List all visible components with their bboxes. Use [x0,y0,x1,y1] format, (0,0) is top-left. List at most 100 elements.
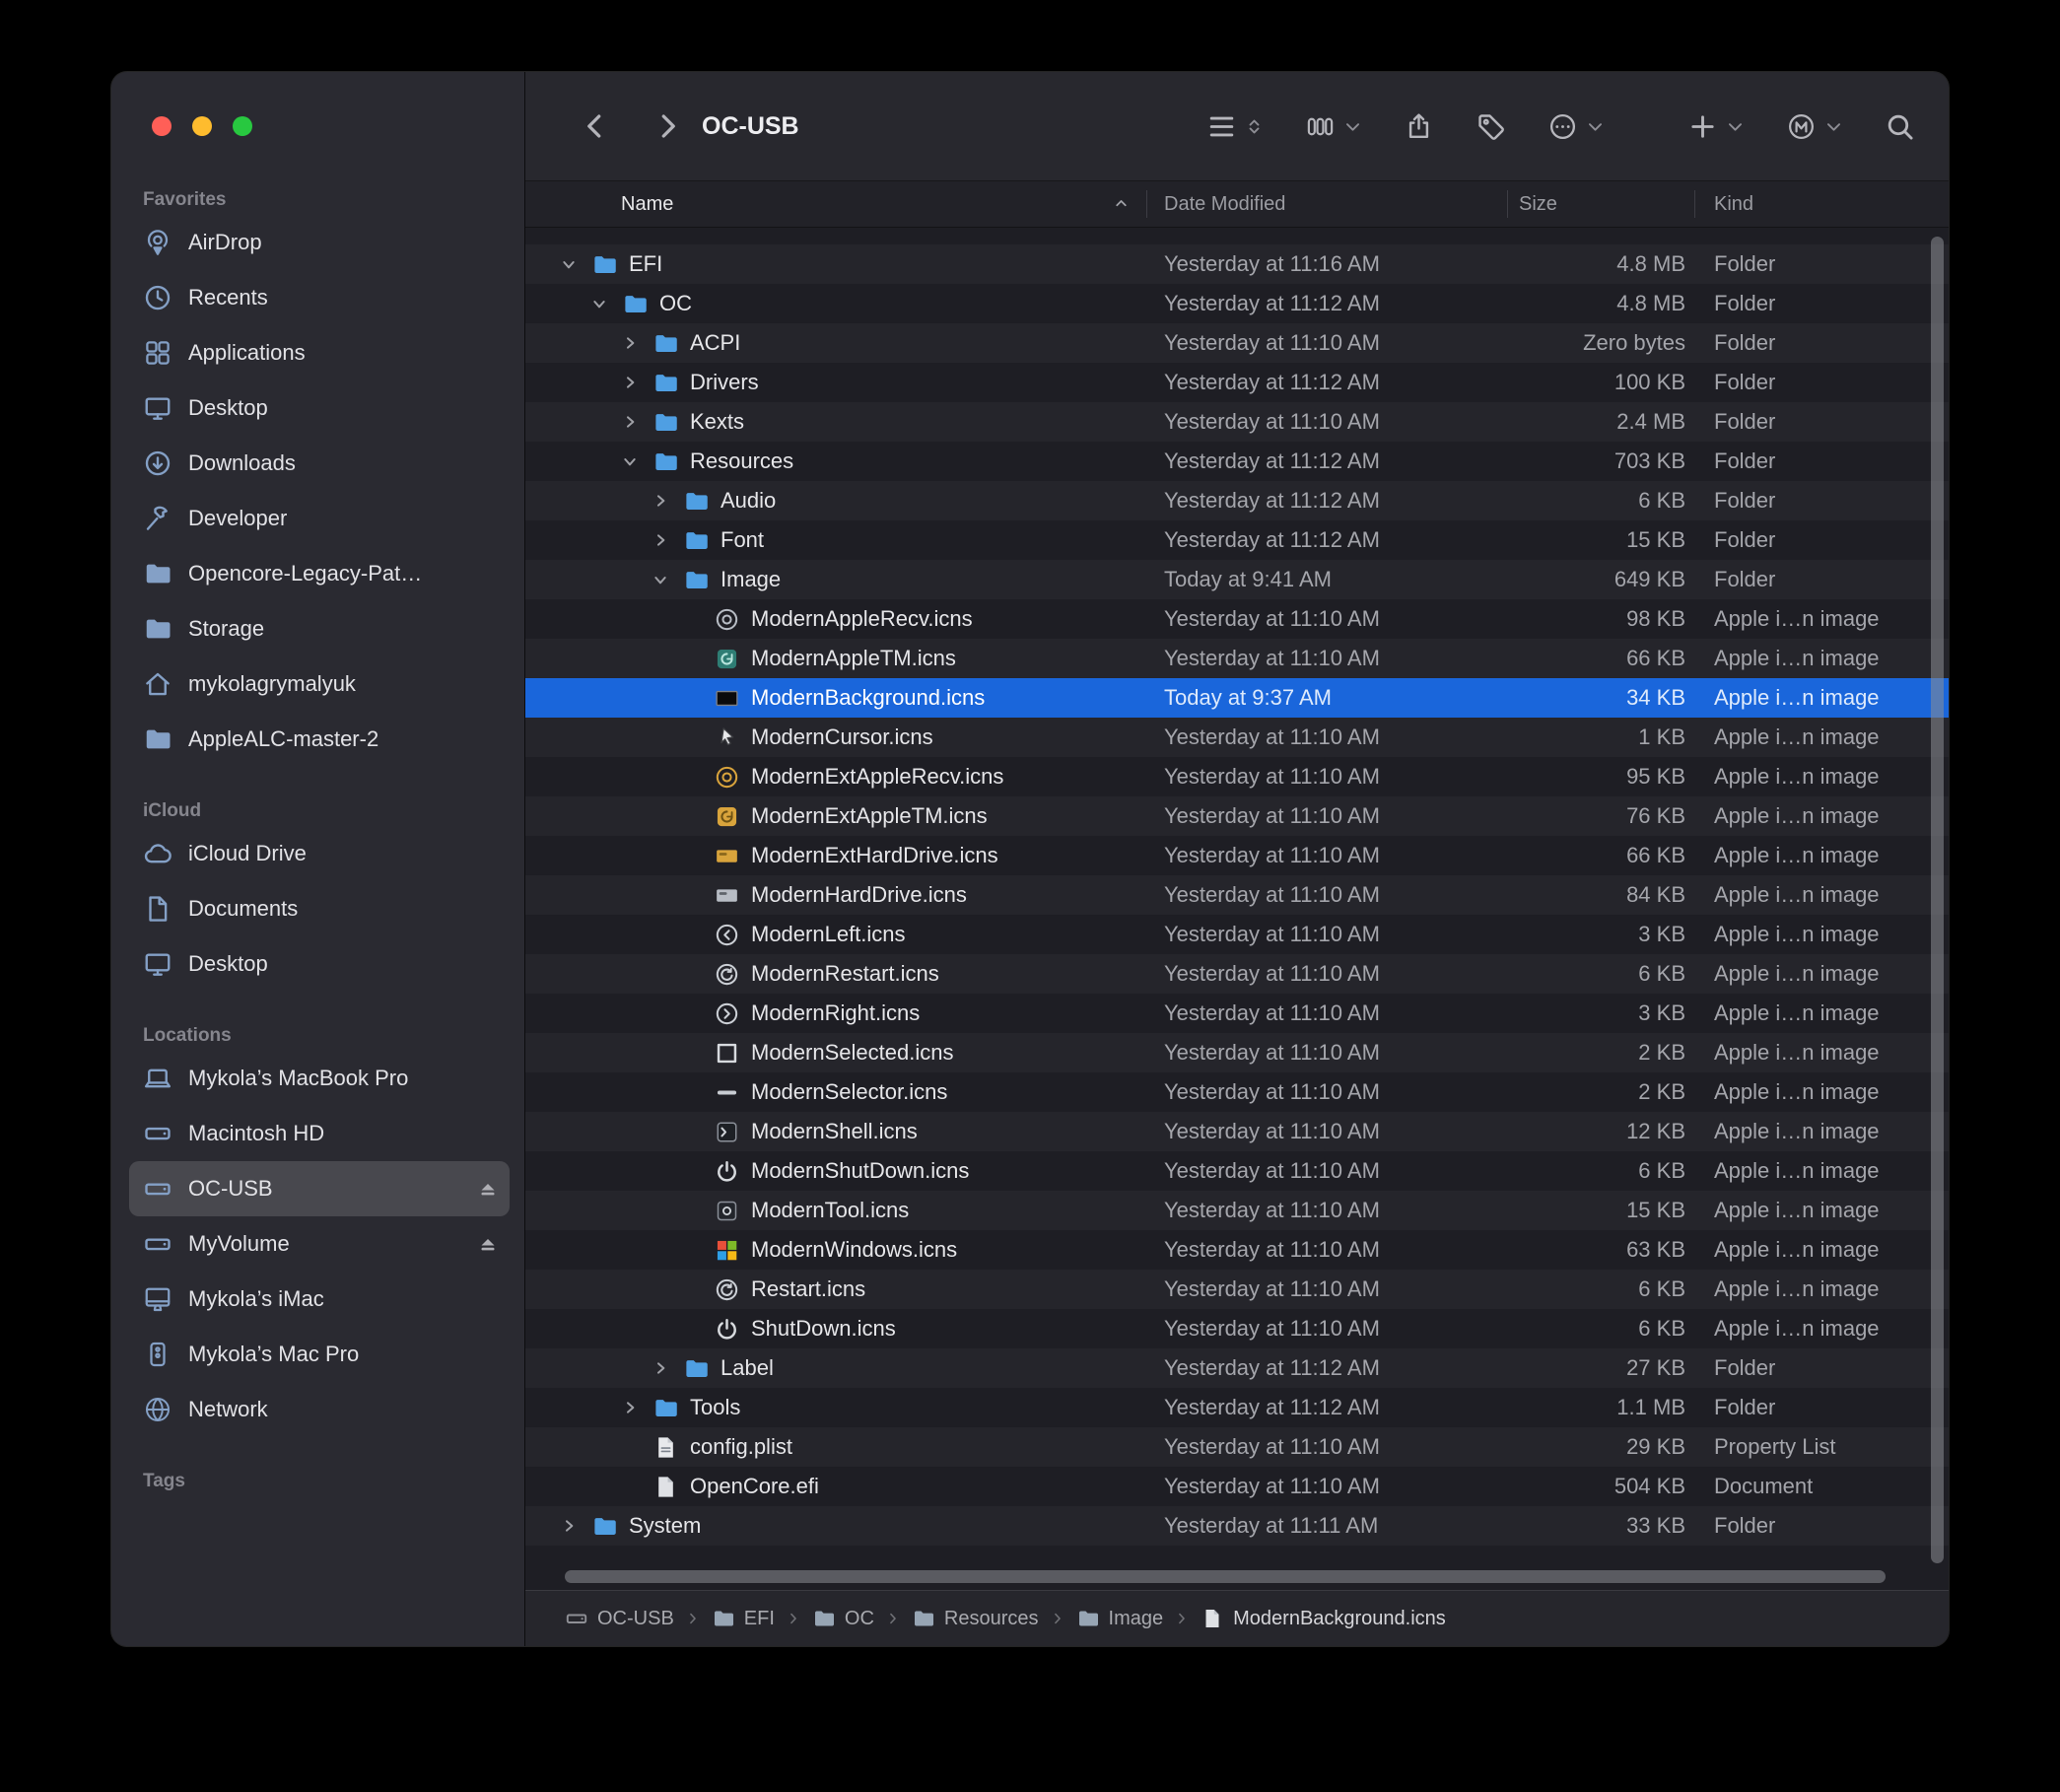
file-row-modernextharddrive-icns[interactable]: ModernExtHardDrive.icnsYesterday at 11:1… [525,836,1949,875]
file-row-audio[interactable]: AudioYesterday at 11:12 AM6 KBFolder [525,481,1949,520]
sidebar-item-network[interactable]: Network [129,1382,510,1437]
vertical-scrollbar[interactable] [1931,237,1944,1563]
file-row-oc[interactable]: OCYesterday at 11:12 AM4.8 MBFolder [525,284,1949,323]
file-row-modernshutdown-icns[interactable]: ModernShutDown.icnsYesterday at 11:10 AM… [525,1151,1949,1191]
sidebar-item-airdrop[interactable]: AirDrop [129,215,510,270]
file-row-image[interactable]: ImageToday at 9:41 AM649 KBFolder [525,560,1949,599]
file-kind: Folder [1694,488,1949,514]
file-row-drivers[interactable]: DriversYesterday at 11:12 AM100 KBFolder [525,363,1949,402]
sidebar-section-favorites: FavoritesAirDropRecentsApplicationsDeskt… [129,185,510,767]
disclosure-triangle-icon[interactable] [652,571,683,588]
sidebar-item-documents[interactable]: Documents [129,881,510,936]
account-button[interactable] [1786,111,1843,142]
sidebar-item-myvolume[interactable]: MyVolume [129,1216,510,1272]
new-item-button[interactable] [1687,111,1745,142]
sidebar-item-mykolagrymalyuk[interactable]: mykolagrymalyuk [129,656,510,712]
eject-icon[interactable] [476,1232,500,1256]
disclosure-triangle-icon[interactable] [652,1359,683,1377]
file-row-moderntool-icns[interactable]: ModernTool.icnsYesterday at 11:10 AM15 K… [525,1191,1949,1230]
file-row-modernbackground-icns[interactable]: ModernBackground.icnsToday at 9:37 AM34 … [525,678,1949,718]
sidebar-item-icloud-drive[interactable]: iCloud Drive [129,826,510,881]
disclosure-triangle-icon[interactable] [652,531,683,549]
disclosure-triangle-icon[interactable] [622,452,652,470]
column-header-date-modified[interactable]: Date Modified [1146,181,1507,227]
file-row-modernshell-icns[interactable]: ModernShell.icnsYesterday at 11:10 AM12 … [525,1112,1949,1151]
file-row-modernwindows-icns[interactable]: ModernWindows.icnsYesterday at 11:10 AM6… [525,1230,1949,1270]
file-row-moderncursor-icns[interactable]: ModernCursor.icnsYesterday at 11:10 AM1 … [525,718,1949,757]
file-row-system[interactable]: SystemYesterday at 11:11 AM33 KBFolder [525,1506,1949,1546]
file-row-modernright-icns[interactable]: ModernRight.icnsYesterday at 11:10 AM3 K… [525,994,1949,1033]
file-name: config.plist [690,1434,792,1460]
back-button[interactable] [581,111,610,141]
path-item-oc[interactable]: OC [812,1607,874,1630]
disclosure-triangle-icon[interactable] [652,492,683,510]
sidebar-item-downloads[interactable]: Downloads [129,436,510,491]
file-kind: Folder [1694,370,1949,395]
path-item-efi[interactable]: EFI [712,1607,775,1630]
file-row-modernapplerecv-icns[interactable]: ModernAppleRecv.icnsYesterday at 11:10 A… [525,599,1949,639]
path-item-label: OC-USB [597,1608,674,1630]
sidebar-item-applications[interactable]: Applications [129,325,510,380]
zoom-button[interactable] [233,116,252,136]
plist-icon [652,1434,679,1461]
file-row-efi[interactable]: EFIYesterday at 11:16 AM4.8 MBFolder [525,244,1949,284]
sidebar-item-oc-usb[interactable]: OC-USB [129,1161,510,1216]
sidebar-item-mykola-s-macbook-pro[interactable]: Mykola’s MacBook Pro [129,1051,510,1106]
file-row-modernharddrive-icns[interactable]: ModernHardDrive.icnsYesterday at 11:10 A… [525,875,1949,915]
file-row-modernappletm-icns[interactable]: ModernAppleTM.icnsYesterday at 11:10 AM6… [525,639,1949,678]
more-actions-button[interactable] [1547,111,1605,142]
file-row-tools[interactable]: ToolsYesterday at 11:12 AM1.1 MBFolder [525,1388,1949,1427]
column-header-name[interactable]: Name [525,181,1146,227]
file-row-font[interactable]: FontYesterday at 11:12 AM15 KBFolder [525,520,1949,560]
file-name: Drivers [690,370,759,395]
path-item-resources[interactable]: Resources [912,1607,1039,1630]
file-row-modernselected-icns[interactable]: ModernSelected.icnsYesterday at 11:10 AM… [525,1033,1949,1072]
file-row-modernselector-icns[interactable]: ModernSelector.icnsYesterday at 11:10 AM… [525,1072,1949,1112]
minimize-button[interactable] [192,116,212,136]
column-header-kind[interactable]: Kind [1694,181,1949,227]
disclosure-triangle-icon[interactable] [622,334,652,352]
file-row-modernrestart-icns[interactable]: ModernRestart.icnsYesterday at 11:10 AM6… [525,954,1949,994]
view-mode-button[interactable] [1206,111,1264,142]
file-row-shutdown-icns[interactable]: ShutDown.icnsYesterday at 11:10 AM6 KBAp… [525,1309,1949,1348]
sidebar-item-mykola-s-mac-pro[interactable]: Mykola’s Mac Pro [129,1327,510,1382]
sidebar-item-mykola-s-imac[interactable]: Mykola’s iMac [129,1272,510,1327]
tags-button[interactable] [1476,111,1506,142]
sidebar-item-label: Mykola’s Mac Pro [188,1342,500,1367]
sidebar-item-developer[interactable]: Developer [129,491,510,546]
disclosure-triangle-icon[interactable] [561,255,591,273]
sidebar-item-opencore-legacy-pat[interactable]: Opencore-Legacy-Pat… [129,546,510,601]
file-row-opencore-efi[interactable]: OpenCore.efiYesterday at 11:10 AM504 KBD… [525,1467,1949,1506]
disclosure-triangle-icon[interactable] [561,1517,591,1535]
path-item-modernbackground-icns[interactable]: ModernBackground.icns [1201,1607,1446,1630]
sidebar-item-applealc-master-2[interactable]: AppleALC-master-2 [129,712,510,767]
eject-icon[interactable] [476,1177,500,1201]
close-button[interactable] [152,116,172,136]
disclosure-triangle-icon[interactable] [622,413,652,431]
disclosure-triangle-icon[interactable] [622,1399,652,1416]
forward-button[interactable] [652,111,682,141]
sidebar-item-desktop[interactable]: Desktop [129,380,510,436]
disclosure-triangle-icon[interactable] [622,374,652,391]
file-row-label[interactable]: LabelYesterday at 11:12 AM27 KBFolder [525,1348,1949,1388]
horizontal-scrollbar[interactable] [565,1570,1886,1583]
file-row-resources[interactable]: ResourcesYesterday at 11:12 AM703 KBFold… [525,442,1949,481]
path-item-oc-usb[interactable]: OC-USB [565,1607,674,1630]
sidebar-item-storage[interactable]: Storage [129,601,510,656]
sidebar-item-recents[interactable]: Recents [129,270,510,325]
sidebar-item-macintosh-hd[interactable]: Macintosh HD [129,1106,510,1161]
file-row-restart-icns[interactable]: Restart.icnsYesterday at 11:10 AM6 KBApp… [525,1270,1949,1309]
file-row-modernextapplerecv-icns[interactable]: ModernExtAppleRecv.icnsYesterday at 11:1… [525,757,1949,796]
group-by-button[interactable] [1305,111,1362,142]
disclosure-triangle-icon[interactable] [591,295,622,312]
file-row-acpi[interactable]: ACPIYesterday at 11:10 AMZero bytesFolde… [525,323,1949,363]
search-button[interactable] [1885,111,1915,142]
file-row-modernleft-icns[interactable]: ModernLeft.icnsYesterday at 11:10 AM3 KB… [525,915,1949,954]
sidebar-item-desktop[interactable]: Desktop [129,936,510,992]
file-row-modernextappletm-icns[interactable]: ModernExtAppleTM.icnsYesterday at 11:10 … [525,796,1949,836]
file-row-kexts[interactable]: KextsYesterday at 11:10 AM2.4 MBFolder [525,402,1949,442]
share-button[interactable] [1404,111,1434,142]
column-header-size[interactable]: Size [1507,181,1694,227]
path-item-image[interactable]: Image [1076,1607,1164,1630]
file-row-config-plist[interactable]: config.plistYesterday at 11:10 AM29 KBPr… [525,1427,1949,1467]
